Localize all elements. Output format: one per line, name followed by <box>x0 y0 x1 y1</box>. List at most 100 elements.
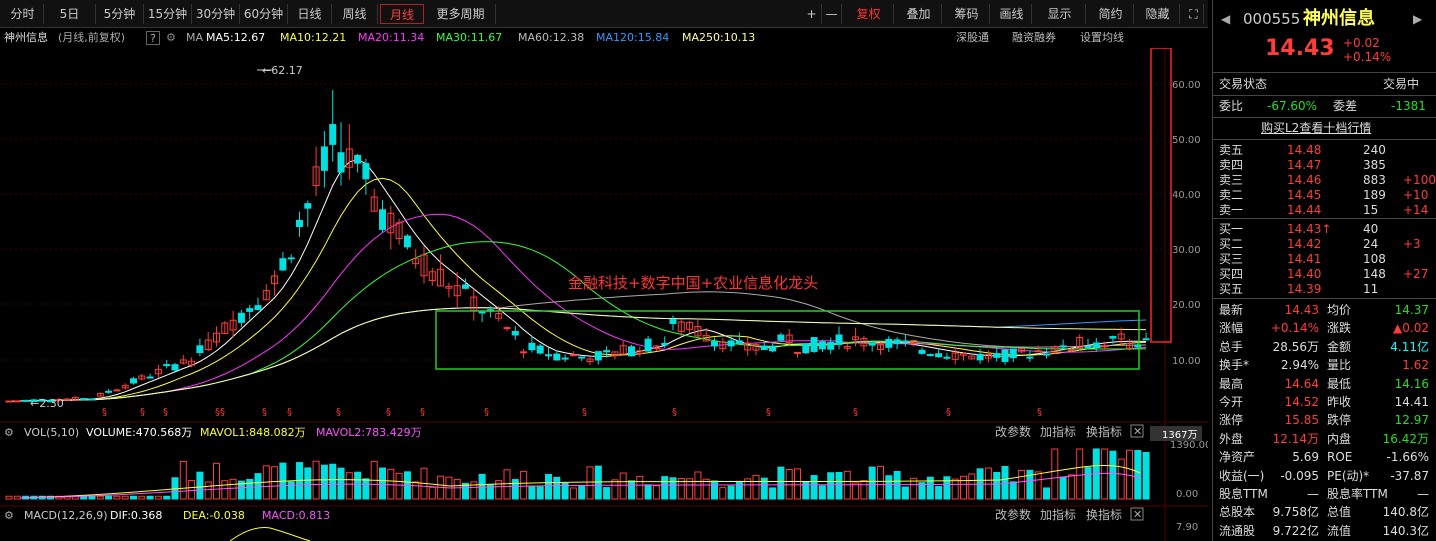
simple-mode-button[interactable]: 简约 <box>1088 4 1134 24</box>
candle[interactable] <box>918 347 926 355</box>
candle[interactable] <box>1092 338 1100 352</box>
period-tab-5min[interactable]: 5分钟 <box>96 4 144 24</box>
settings-icon-vol[interactable]: ⚙ <box>4 426 14 439</box>
candle[interactable] <box>1001 349 1009 365</box>
candle[interactable] <box>893 337 901 350</box>
candle[interactable] <box>345 124 353 180</box>
candle[interactable] <box>387 205 395 250</box>
candle[interactable] <box>802 343 810 354</box>
candle[interactable] <box>926 353 934 357</box>
candle[interactable] <box>63 397 71 401</box>
candle[interactable] <box>968 355 976 360</box>
period-tab-more[interactable]: 更多周期 <box>426 4 496 24</box>
zoom-out-button[interactable]: — <box>822 4 842 24</box>
candle[interactable] <box>960 352 967 361</box>
event-marker-icon[interactable]: § <box>420 407 425 418</box>
candle[interactable] <box>852 327 860 347</box>
candle[interactable] <box>594 351 602 365</box>
help-icon[interactable]: ? <box>146 31 160 45</box>
event-marker-icon[interactable]: § <box>484 407 489 418</box>
nav-next-icon[interactable]: ▶ <box>1413 8 1422 30</box>
macd-change-params[interactable]: 改参数 <box>995 507 1031 522</box>
candle[interactable] <box>395 218 403 245</box>
event-marker-icon[interactable]: § <box>262 407 267 418</box>
candle[interactable] <box>287 254 295 264</box>
candle[interactable] <box>810 337 818 353</box>
candle[interactable] <box>1043 348 1050 359</box>
candle[interactable] <box>163 360 171 369</box>
candle[interactable] <box>312 146 320 197</box>
candle[interactable] <box>428 267 436 286</box>
event-marker-icon[interactable]: § <box>163 407 168 418</box>
candle[interactable] <box>121 383 129 390</box>
candle[interactable] <box>354 153 362 173</box>
candle[interactable] <box>611 351 619 360</box>
candle[interactable] <box>628 344 635 357</box>
period-tab-15min[interactable]: 15分钟 <box>144 4 192 24</box>
candle[interactable] <box>379 200 386 233</box>
asks-row[interactable]: 卖一 14.44 15 +14 <box>1213 201 1436 219</box>
candle[interactable] <box>1084 338 1092 349</box>
candle[interactable] <box>644 336 652 352</box>
period-tab-monthly[interactable]: 月线 <box>380 4 424 24</box>
candle[interactable] <box>437 254 445 287</box>
candle[interactable] <box>88 398 96 401</box>
candle[interactable] <box>138 373 146 381</box>
candle[interactable] <box>503 326 511 332</box>
vol-change-params[interactable]: 改参数 <box>995 424 1031 439</box>
candle[interactable] <box>337 122 345 186</box>
candle[interactable] <box>561 354 569 363</box>
candle[interactable] <box>586 356 594 366</box>
candle[interactable] <box>71 396 79 401</box>
candle[interactable] <box>1117 327 1125 346</box>
chips-button[interactable]: 筹码 <box>944 4 990 24</box>
candle[interactable] <box>744 337 752 356</box>
candle[interactable] <box>619 340 627 355</box>
candle[interactable] <box>835 326 843 350</box>
candle[interactable] <box>362 158 370 195</box>
period-tab-5day[interactable]: 5日 <box>44 4 96 24</box>
candle[interactable] <box>769 342 777 353</box>
candle[interactable] <box>146 373 154 379</box>
candle[interactable] <box>578 356 586 361</box>
candle[interactable] <box>553 350 561 361</box>
period-tab-daily[interactable]: 日线 <box>288 4 332 24</box>
overlay-button[interactable]: 叠加 <box>896 4 942 24</box>
candle[interactable] <box>901 334 909 347</box>
hide-button[interactable]: 隐藏 <box>1136 4 1180 24</box>
candle[interactable] <box>478 309 486 323</box>
event-marker-icon[interactable]: § <box>386 407 391 418</box>
candle[interactable] <box>445 282 453 298</box>
link-ma-settings[interactable]: 设置均线 <box>1080 29 1124 47</box>
candle[interactable] <box>885 336 893 353</box>
candle[interactable] <box>412 249 420 269</box>
candle[interactable] <box>22 399 30 402</box>
candle[interactable] <box>470 288 478 321</box>
candle[interactable] <box>329 90 337 162</box>
kline-chart-svg[interactable]: 60.00 50.00 40.00 30.00 20.00 10.00 § § § § § § § § §… <box>0 47 1211 541</box>
candle[interactable] <box>910 339 918 347</box>
candle[interactable] <box>179 355 187 365</box>
event-marker-icon[interactable]: § <box>766 407 771 418</box>
event-marker-icon[interactable]: § <box>102 407 107 418</box>
candle[interactable] <box>279 251 287 272</box>
candle[interactable] <box>511 326 519 340</box>
period-tab-weekly[interactable]: 周线 <box>332 4 378 24</box>
fullscreen-icon[interactable]: ⛶ <box>1184 4 1204 24</box>
draw-line-button[interactable]: 画线 <box>992 4 1032 24</box>
candle[interactable] <box>229 310 237 338</box>
bids-row[interactable]: 买五 14.39 11 <box>1213 280 1436 298</box>
candle[interactable] <box>113 388 121 392</box>
candle[interactable] <box>171 362 179 372</box>
candle[interactable] <box>1126 338 1133 351</box>
l2-buy-link[interactable]: 购买L2查看十档行情 <box>1261 119 1371 137</box>
candle[interactable] <box>536 344 544 355</box>
candle[interactable] <box>993 347 1001 362</box>
vol-add-indicator[interactable]: 加指标 <box>1040 424 1076 439</box>
candle[interactable] <box>154 364 162 378</box>
link-shengutong[interactable]: 深股通 <box>956 29 989 47</box>
candle[interactable] <box>237 309 245 327</box>
candle[interactable] <box>735 332 743 345</box>
event-marker-icon[interactable]: § <box>946 407 951 418</box>
candle[interactable] <box>221 321 229 334</box>
